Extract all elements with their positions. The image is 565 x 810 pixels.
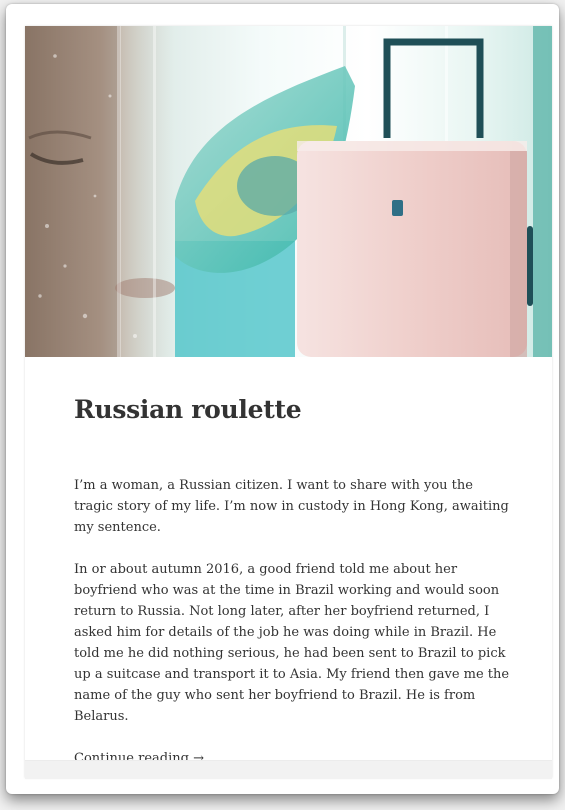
featured-image-art bbox=[25, 26, 552, 357]
featured-image[interactable] bbox=[25, 26, 552, 357]
screenshot-frame: Russian roulette I’m a woman, a Russian … bbox=[6, 4, 559, 794]
post-paragraph-2: In or about autumn 2016, a good friend t… bbox=[74, 562, 510, 724]
post-title[interactable]: Russian roulette bbox=[74, 393, 514, 427]
post-card: Russian roulette I’m a woman, a Russian … bbox=[25, 26, 552, 779]
post-paragraph-1: I’m a woman, a Russian citizen. I want t… bbox=[74, 478, 509, 535]
card-footer bbox=[25, 760, 552, 779]
post-content: Russian roulette I’m a woman, a Russian … bbox=[74, 393, 514, 769]
